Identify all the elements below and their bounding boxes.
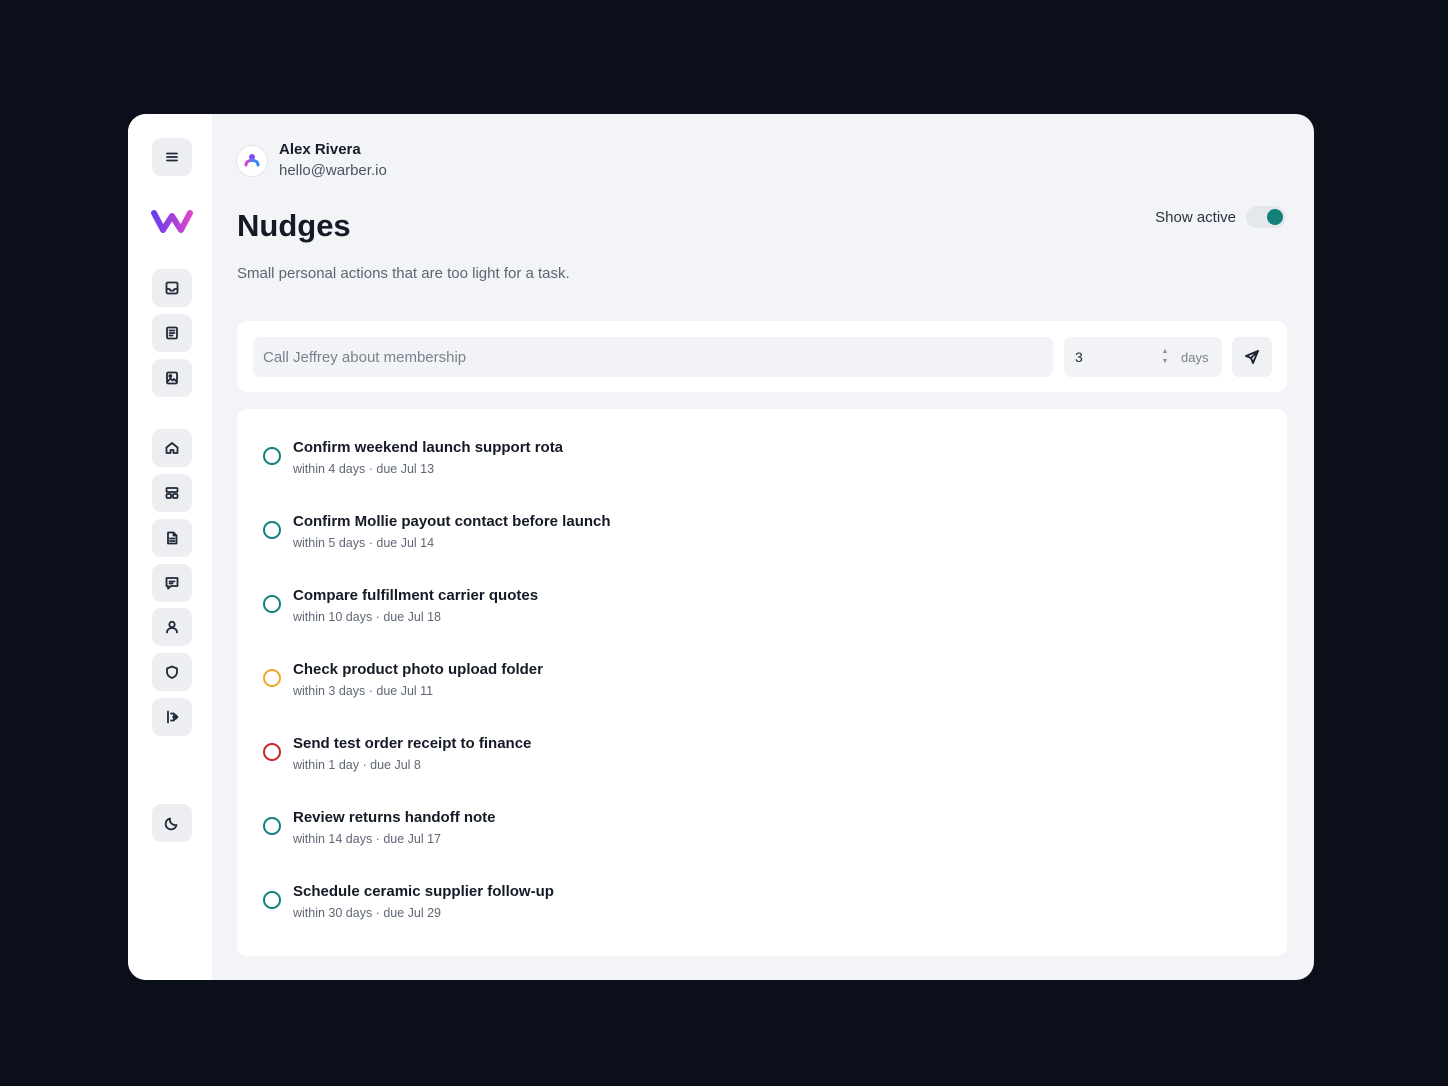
nudge-list: Confirm weekend launch support rota with… [237, 409, 1287, 956]
send-button[interactable] [1232, 337, 1272, 377]
chat-icon [165, 577, 179, 590]
days-stepper[interactable]: 3 ▲ ▼ days [1064, 337, 1222, 377]
sidebar-item-media[interactable] [152, 359, 192, 397]
user-name: Alex Rivera [279, 141, 361, 158]
logout-icon [167, 710, 179, 724]
sidebar-item-messages[interactable] [152, 564, 192, 602]
nudge-composer: 3 ▲ ▼ days [237, 321, 1287, 392]
nudge-meta: within 30 days · due Jul 29 [293, 906, 442, 920]
list-item: Check product photo upload folder within… [263, 659, 543, 701]
page-subtitle: Small personal actions that are too ligh… [237, 265, 570, 282]
list-item: Confirm weekend launch support rota with… [263, 437, 563, 479]
menu-icon [166, 152, 178, 162]
sidebar-item-security[interactable] [152, 653, 192, 691]
menu-button[interactable] [152, 138, 192, 176]
status-circle[interactable] [263, 891, 281, 909]
status-circle[interactable] [263, 447, 281, 465]
notes-icon [166, 326, 178, 340]
avatar [236, 145, 268, 177]
main-content: Alex Rivera hello@warber.io Nudges Small… [212, 114, 1314, 980]
show-active-toggle[interactable] [1246, 206, 1286, 228]
nudge-title: Schedule ceramic supplier follow-up [293, 883, 554, 900]
user-profile[interactable]: Alex Rivera hello@warber.io [236, 140, 387, 182]
list-item: Compare fulfillment carrier quotes withi… [263, 585, 538, 627]
nudge-meta: within 3 days · due Jul 11 [293, 684, 434, 698]
nudge-title: Compare fulfillment carrier quotes [293, 587, 539, 604]
avatar-icon [244, 154, 260, 167]
nudge-title: Confirm Mollie payout contact before lau… [293, 513, 611, 530]
days-value[interactable]: 3 [1075, 349, 1159, 365]
sidebar-item-documents[interactable] [152, 519, 192, 557]
sidebar-item-home[interactable] [152, 429, 192, 467]
status-circle[interactable] [263, 521, 281, 539]
nudge-meta: within 14 days · due Jul 17 [293, 832, 442, 846]
sidebar [128, 114, 212, 980]
document-icon [167, 531, 178, 545]
user-icon [166, 620, 178, 634]
theme-toggle-button[interactable] [152, 804, 192, 842]
stepper-arrows[interactable]: ▲ ▼ [1159, 348, 1171, 366]
nudge-title: Review returns handoff note [293, 809, 496, 826]
nudge-input[interactable] [253, 337, 1053, 377]
list-item: Review returns handoff note within 14 da… [263, 807, 496, 849]
nudge-meta: within 1 day · due Jul 8 [293, 758, 421, 772]
show-active-label: Show active [1155, 208, 1236, 226]
sidebar-item-notes[interactable] [152, 314, 192, 352]
toggle-knob [1267, 209, 1283, 225]
w-logo [151, 210, 193, 233]
nudge-title: Confirm weekend launch support rota [293, 439, 564, 456]
home-icon [165, 442, 179, 454]
nudge-title: Send test order receipt to finance [293, 735, 532, 752]
nudge-meta: within 10 days · due Jul 18 [293, 610, 442, 624]
moon-icon [164, 817, 178, 831]
nudge-title: Check product photo upload folder [293, 661, 543, 678]
status-circle[interactable] [263, 817, 281, 835]
status-circle[interactable] [263, 669, 281, 687]
sidebar-item-profile[interactable] [152, 608, 192, 646]
shield-icon [166, 665, 178, 679]
sidebar-item-layout[interactable] [152, 474, 192, 512]
list-item: Schedule ceramic supplier follow-up with… [263, 881, 554, 923]
image-doc-icon [166, 371, 178, 385]
page-title: Nudges [237, 208, 351, 243]
chevron-down-icon[interactable]: ▼ [1162, 358, 1169, 366]
list-item: Send test order receipt to finance withi… [263, 733, 531, 775]
app-window: Alex Rivera hello@warber.io Nudges Small… [128, 114, 1314, 980]
layout-icon [165, 487, 179, 499]
inbox-icon [165, 281, 179, 295]
user-email: hello@warber.io [279, 162, 387, 179]
days-unit: days [1181, 349, 1209, 365]
sidebar-item-logout[interactable] [152, 698, 192, 736]
status-circle[interactable] [263, 743, 281, 761]
list-item: Confirm Mollie payout contact before lau… [263, 511, 611, 553]
nudge-meta: within 5 days · due Jul 14 [293, 536, 435, 550]
send-icon [1245, 350, 1259, 364]
nudge-meta: within 4 days · due Jul 13 [293, 462, 435, 476]
show-active-filter: Show active [1155, 206, 1286, 228]
chevron-up-icon[interactable]: ▲ [1162, 348, 1169, 356]
sidebar-item-inbox[interactable] [152, 269, 192, 307]
status-circle[interactable] [263, 595, 281, 613]
